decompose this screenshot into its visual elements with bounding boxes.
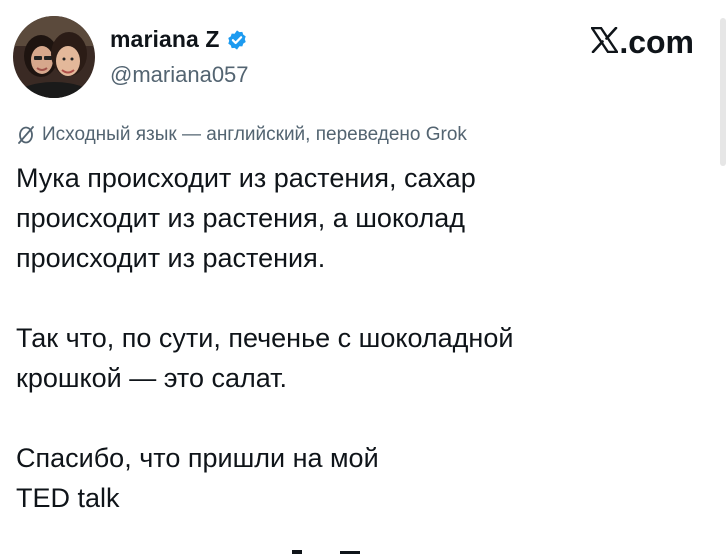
scrollbar[interactable]: [720, 18, 726, 166]
verified-badge-icon: [226, 29, 248, 51]
x-com-logo: .com: [591, 24, 694, 61]
tweet-paragraph: Мука происходит из растения, сахар проис…: [16, 158, 696, 278]
tweet-paragraph: Спасибо, что пришли на мой TED talk: [16, 438, 696, 518]
x-logo-icon: [591, 27, 619, 53]
tweet-line: Мука происходит из растения, сахар: [16, 163, 476, 193]
tweet-line: Спасибо, что пришли на мой: [16, 443, 379, 473]
translate-icon: [16, 125, 36, 145]
translation-notice[interactable]: Исходный язык — английский, переведено G…: [16, 124, 467, 146]
tweet-line: происходит из растения.: [16, 243, 326, 273]
user-name-row: mariana Z: [110, 26, 248, 53]
profile-photo-icon: [13, 16, 95, 98]
tweet-header: mariana Z @mariana057 .com: [0, 0, 728, 166]
logo-text: .com: [619, 24, 694, 60]
translation-label: Исходный язык — английский, переведено G…: [42, 124, 467, 145]
tweet-line: Так что, по сути, печенье с шоколадной: [16, 323, 514, 353]
tweet-line: TED talk: [16, 483, 120, 513]
tweet-paragraph: Так что, по сути, печенье с шоколадной к…: [16, 318, 696, 398]
user-handle[interactable]: @mariana057: [110, 62, 249, 88]
tweet-line: происходит из растения, а шоколад: [16, 203, 466, 233]
user-name[interactable]: mariana Z: [110, 26, 220, 53]
cropped-content-edge: [280, 541, 400, 554]
tweet-line: крошкой — это салат.: [16, 363, 288, 393]
avatar[interactable]: [13, 16, 95, 98]
tweet-text: Мука происходит из растения, сахар проис…: [16, 158, 696, 518]
